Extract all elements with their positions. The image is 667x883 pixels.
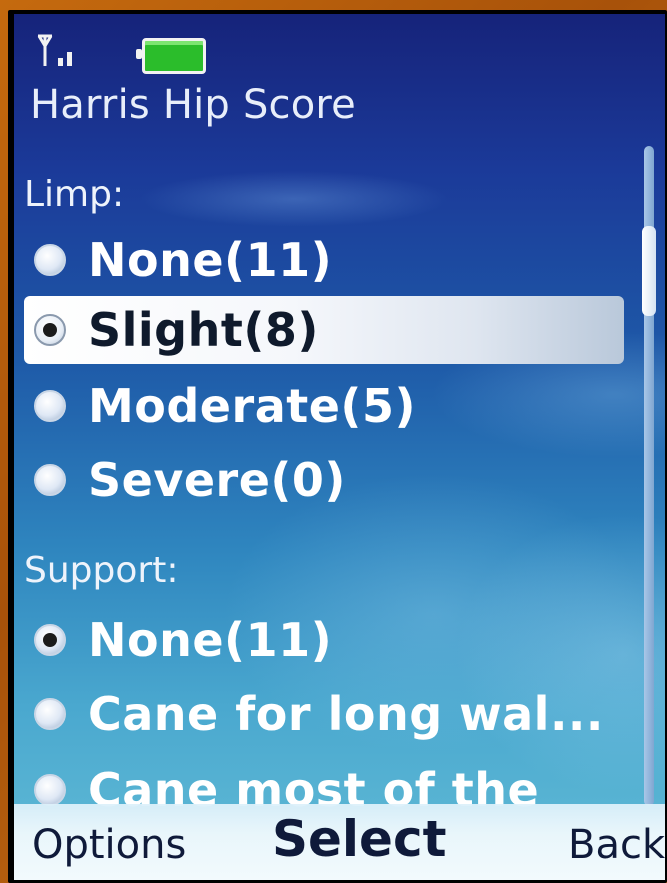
- option-label: Cane for long wal...: [88, 687, 604, 741]
- section-label-limp: Limp:: [24, 174, 125, 215]
- select-softkey[interactable]: Select: [272, 810, 447, 868]
- scrollbar-thumb[interactable]: [642, 226, 656, 316]
- radio-button-icon[interactable]: [34, 390, 66, 422]
- option-label: None(11): [88, 613, 333, 667]
- radio-option-support-cane-long-walks[interactable]: Cane for long wal...: [24, 680, 624, 748]
- option-label: Severe(0): [88, 453, 346, 507]
- radio-option-limp-moderate[interactable]: Moderate(5): [24, 372, 624, 440]
- scrollbar[interactable]: [642, 146, 656, 806]
- option-label: Slight(8): [88, 303, 319, 357]
- radio-button-selected-icon[interactable]: [34, 314, 66, 346]
- radio-button-icon[interactable]: [34, 244, 66, 276]
- phone-screen: Harris Hip Score Limp: None(11) Slight(8…: [14, 14, 665, 880]
- back-softkey[interactable]: Back: [568, 822, 665, 868]
- radio-option-limp-severe[interactable]: Severe(0): [24, 446, 624, 514]
- radio-option-support-none[interactable]: None(11): [24, 606, 624, 674]
- app-title: Harris Hip Score: [30, 82, 356, 128]
- radio-button-icon[interactable]: [34, 698, 66, 730]
- radio-button-icon[interactable]: [34, 464, 66, 496]
- radio-option-limp-none[interactable]: None(11): [24, 226, 624, 294]
- section-label-support: Support:: [24, 550, 179, 591]
- radio-button-icon[interactable]: [34, 774, 66, 806]
- options-softkey[interactable]: Options: [32, 822, 186, 868]
- battery-icon: [136, 38, 206, 74]
- softkey-bar: Options Select Back: [14, 804, 665, 880]
- option-label: Moderate(5): [88, 379, 416, 433]
- radio-option-limp-slight[interactable]: Slight(8): [24, 296, 624, 364]
- radio-button-selected-icon[interactable]: [34, 624, 66, 656]
- signal-strength-icon: [37, 34, 72, 66]
- option-label: None(11): [88, 233, 333, 287]
